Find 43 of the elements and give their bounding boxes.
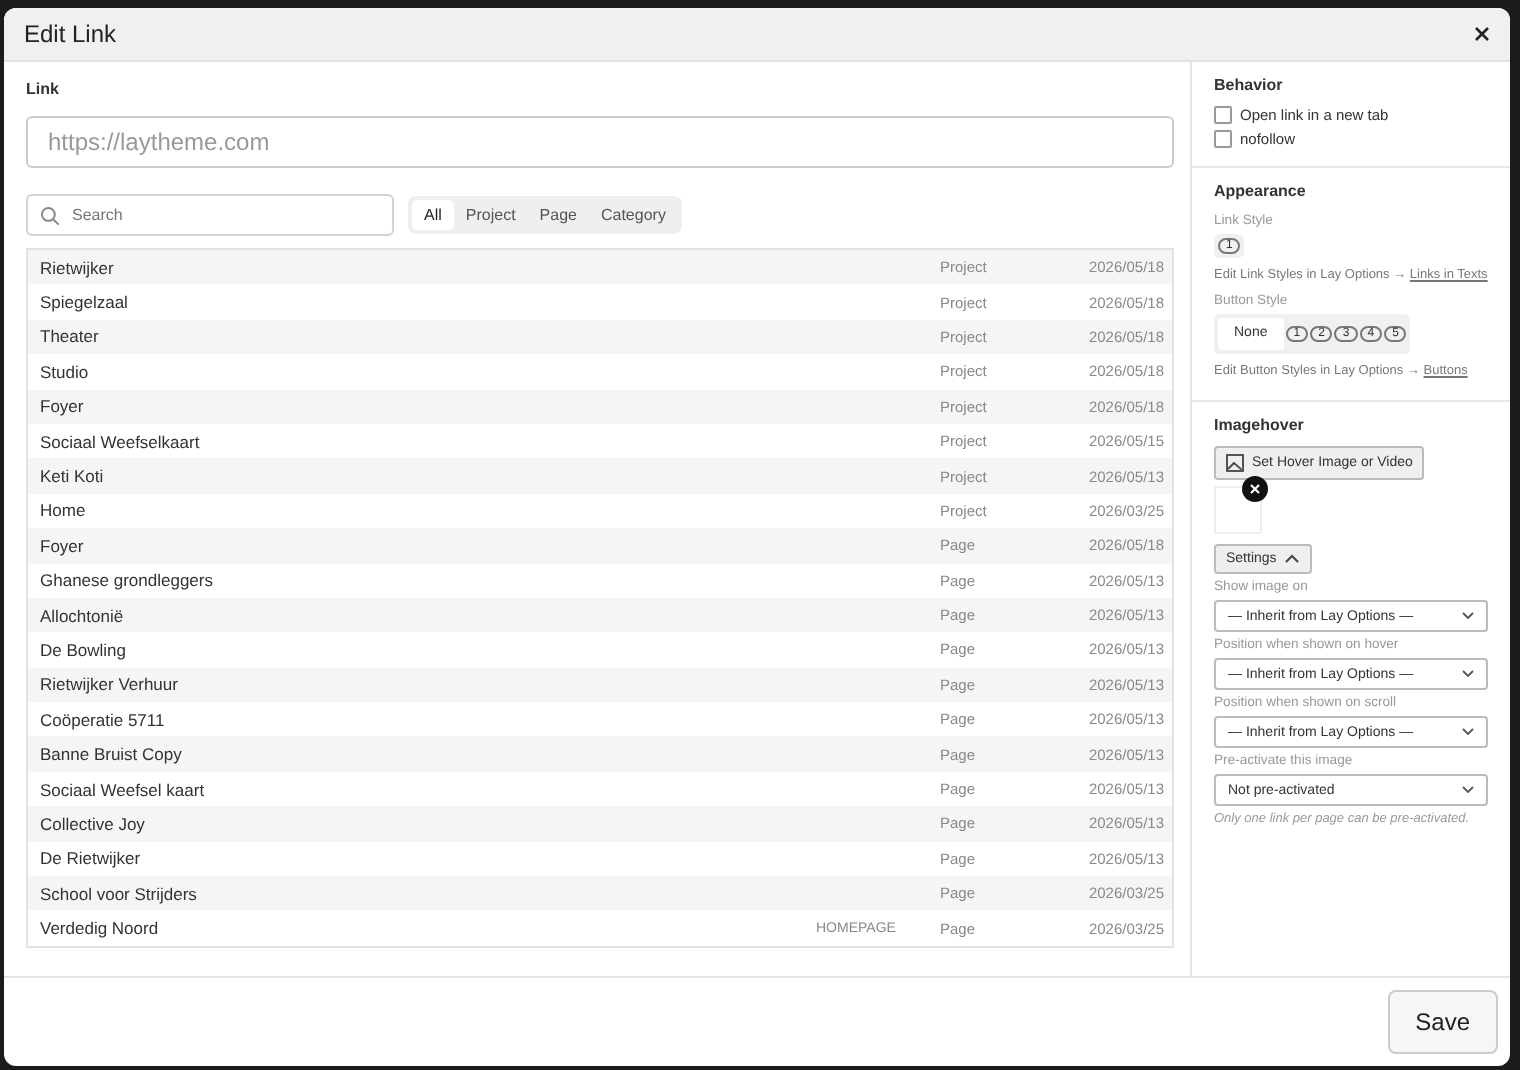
chevron-down-icon — [1462, 728, 1474, 736]
section-title: Appearance — [1214, 182, 1306, 200]
section-title: Behavior — [1214, 76, 1283, 94]
item-title: Rietwijker Verhuur — [40, 674, 180, 695]
search-icon — [40, 205, 60, 225]
item-title: Studio — [40, 361, 91, 382]
item-title: Foyer — [40, 396, 86, 417]
chevron-down-icon — [1462, 612, 1474, 620]
item-title: Banne Bruist Copy — [40, 744, 184, 765]
item-title: Coöperatie 5711 — [40, 709, 167, 730]
checkbox[interactable] — [1214, 130, 1232, 148]
search-field[interactable]: Search — [26, 194, 394, 236]
item-title: Ghanese grondleggers — [40, 570, 215, 591]
item-title: Sociaal Weefselkaart — [40, 431, 202, 452]
item-title: Home — [40, 500, 88, 521]
dialog-title: Edit Link — [24, 20, 117, 48]
item-title: Allochtonië — [40, 605, 126, 626]
filter-tab[interactable]: All — [412, 200, 454, 230]
section-title: Imagehover — [1214, 416, 1304, 434]
chevron-down-icon — [1462, 670, 1474, 678]
item-title: De Bowling — [40, 639, 128, 660]
item-title: Rietwijker — [40, 257, 116, 278]
item-title: School voor Strijders — [40, 883, 199, 904]
checkbox[interactable] — [1214, 106, 1232, 124]
chevron-down-icon — [1462, 786, 1474, 794]
item-title: Keti Koti — [40, 466, 106, 487]
item-title: Collective Joy — [40, 813, 147, 834]
save-button[interactable]: Save — [1387, 990, 1498, 1054]
item-title: Foyer — [40, 535, 86, 556]
item-title: Verdedig Noord — [40, 918, 161, 939]
close-icon[interactable] — [1474, 26, 1490, 42]
image-icon — [1226, 454, 1244, 472]
item-title: De Rietwijker — [40, 848, 143, 869]
item-title: Spiegelzaal — [40, 292, 130, 313]
filter-tab[interactable]: Project — [453, 200, 528, 230]
chevron-icon — [1284, 554, 1301, 564]
link-label: Link — [26, 80, 61, 98]
link-input[interactable]: https://laytheme.com — [26, 116, 1174, 168]
item-title: Sociaal Weefsel kaart — [40, 779, 207, 800]
item-title: Theater — [40, 326, 101, 347]
filter-tab[interactable]: Page — [527, 200, 589, 230]
remove-icon[interactable] — [1242, 476, 1268, 502]
filter-tab[interactable]: Category — [588, 200, 678, 230]
